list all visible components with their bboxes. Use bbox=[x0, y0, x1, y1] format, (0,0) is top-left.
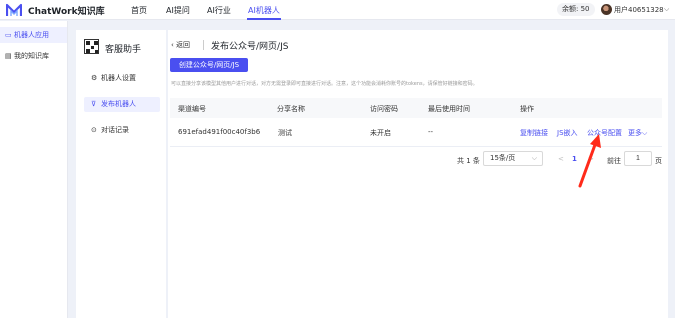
menu-label: 发布机器人 bbox=[101, 100, 136, 108]
page-title: 发布公众号/网页/JS bbox=[211, 42, 289, 52]
page-size-value: 15条/页 bbox=[490, 154, 516, 162]
page-suffix: 页 bbox=[655, 157, 662, 165]
robot-name: 客服助手 bbox=[105, 45, 142, 55]
robot-app-icon: ▭ bbox=[5, 31, 12, 39]
menu-chat-records[interactable]: ⊙ 对话记录 bbox=[84, 123, 160, 138]
menu-publish-robot[interactable]: ⊽ 发布机器人 bbox=[84, 97, 160, 112]
column-header: 分享名称 bbox=[277, 105, 305, 113]
cell-channel-id: 691efad491f00c40f3b6 bbox=[178, 128, 261, 136]
logo-icon bbox=[6, 3, 22, 16]
prev-page-button[interactable]: < bbox=[558, 155, 564, 163]
sidebar-item-knowledge-base[interactable]: ▤ 我的知识库 bbox=[0, 48, 67, 64]
nav-home[interactable]: 首页 bbox=[131, 5, 147, 16]
user-name[interactable]: 用户40651328 bbox=[614, 5, 664, 15]
copy-link-button[interactable]: 复制链接 bbox=[520, 128, 548, 138]
gear-icon: ⚙ bbox=[91, 74, 98, 82]
brand-name: ChatWork知识库 bbox=[28, 7, 105, 17]
divider bbox=[203, 40, 204, 50]
create-channel-button[interactable]: 创建公众号/网页/JS bbox=[170, 58, 248, 72]
send-icon: ⊽ bbox=[91, 100, 97, 108]
notice-text: 可以直接分享该模型其他用户进行对话，对方无需登录即可直接进行对话。注意，这个功能… bbox=[171, 81, 478, 87]
column-header: 访问密码 bbox=[370, 105, 398, 113]
qr-robot-icon bbox=[84, 39, 99, 54]
chat-icon: ⊙ bbox=[91, 126, 97, 134]
nav-active-indicator bbox=[247, 18, 281, 20]
sidebar-item-label: 机器人应用 bbox=[14, 31, 49, 39]
chevron-down-icon[interactable]: ⌵ bbox=[664, 5, 669, 14]
cell-password: 未开启 bbox=[370, 129, 391, 137]
document-icon: ▤ bbox=[5, 52, 12, 60]
annotation-arrow-icon bbox=[578, 134, 601, 188]
top-bar: ChatWork知识库 首页 AI提问 AI行业 AI机器人 余额: 50 用户… bbox=[0, 0, 675, 20]
sidebar: ▭ 机器人应用 ▤ 我的知识库 bbox=[0, 21, 68, 318]
nav-ai-industry[interactable]: AI行业 bbox=[207, 5, 231, 16]
menu-label: 机器人设置 bbox=[101, 74, 136, 82]
menu-robot-settings[interactable]: ⚙ 机器人设置 bbox=[84, 71, 160, 86]
nav-ai-robot[interactable]: AI机器人 bbox=[248, 5, 280, 16]
goto-page-input[interactable] bbox=[624, 151, 652, 166]
column-header: 渠道编号 bbox=[178, 105, 206, 113]
balance-badge: 余额: 50 bbox=[557, 3, 595, 16]
menu-label: 对话记录 bbox=[101, 126, 129, 134]
cell-share-name: 测试 bbox=[278, 129, 292, 137]
table-header bbox=[170, 98, 662, 118]
page-size-select[interactable]: 15条/页 ⌵ bbox=[483, 151, 543, 166]
total-count: 共 1 条 bbox=[457, 157, 480, 165]
more-dropdown[interactable]: 更多⌵ bbox=[628, 128, 647, 138]
column-header: 最后使用时间 bbox=[428, 105, 470, 113]
back-button[interactable]: ‹ 返回 bbox=[171, 40, 190, 50]
avatar[interactable] bbox=[601, 4, 612, 15]
sidebar-item-label: 我的知识库 bbox=[14, 52, 49, 60]
sidebar-item-robot-apps[interactable]: ▭ 机器人应用 bbox=[0, 27, 67, 43]
column-header: 操作 bbox=[520, 105, 534, 113]
chevron-down-icon: ⌵ bbox=[531, 154, 537, 162]
nav-ai-ask[interactable]: AI提问 bbox=[166, 5, 190, 16]
cell-last-used: -- bbox=[428, 128, 434, 136]
